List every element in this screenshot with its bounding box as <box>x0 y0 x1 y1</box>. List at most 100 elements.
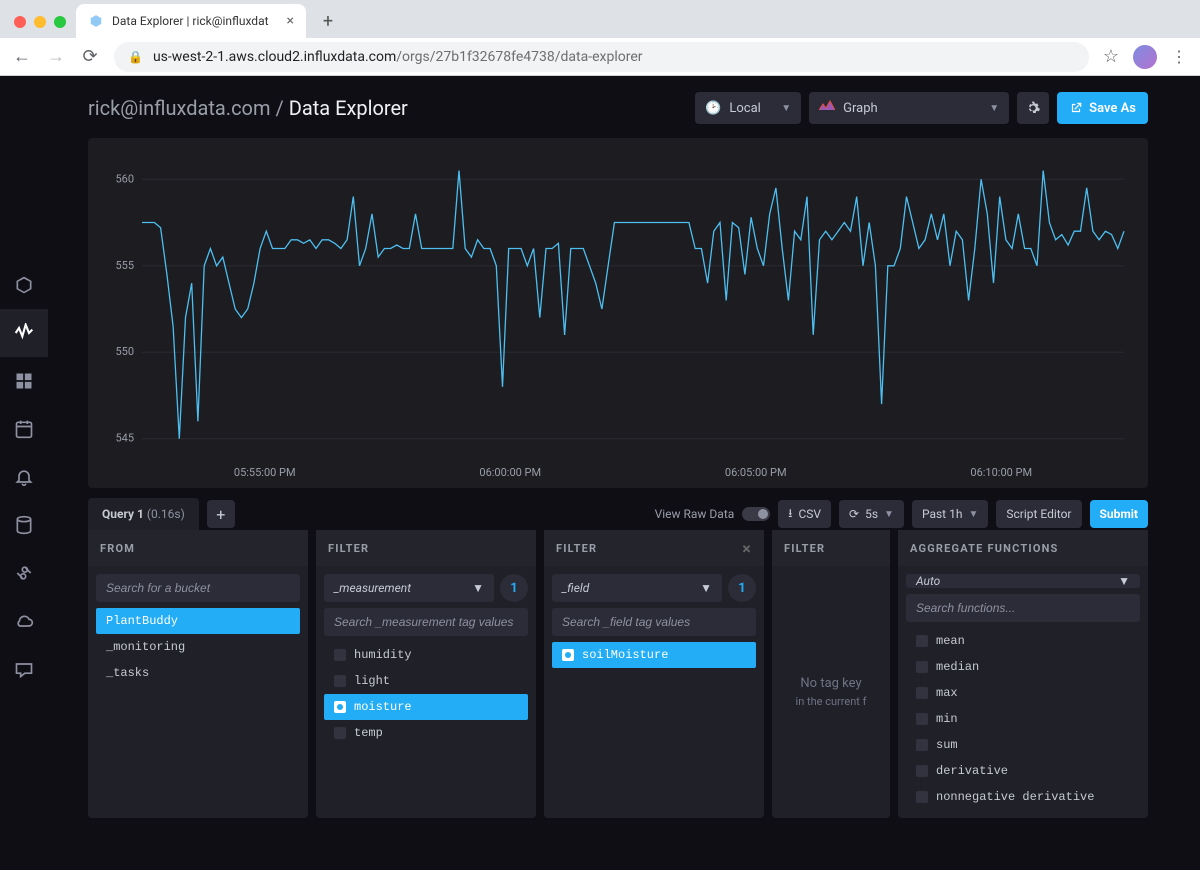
list-item[interactable]: _monitoring <box>96 634 300 660</box>
browser-menu-icon[interactable]: ⋮ <box>1171 47 1188 66</box>
list-item-label: PlantBuddy <box>106 614 178 628</box>
list-item[interactable]: max <box>906 680 1140 706</box>
window-controls <box>8 16 76 38</box>
sidebar-item-explore[interactable] <box>0 309 48 357</box>
list-item[interactable]: sum <box>906 732 1140 758</box>
sidebar-item-cloud[interactable] <box>0 597 48 645</box>
sidebar-item-data[interactable] <box>0 261 48 309</box>
sidebar-nav <box>0 76 48 870</box>
list-item[interactable]: derivative <box>906 758 1140 784</box>
bucket-search-input[interactable] <box>96 574 300 602</box>
tag-key-dropdown[interactable]: _measurement▼ <box>324 574 494 602</box>
list-item[interactable]: PlantBuddy <box>96 608 300 634</box>
browser-tab[interactable]: Data Explorer | rick@influxdat × <box>76 4 306 38</box>
timezone-dropdown[interactable]: 🕑 Local ▼ <box>695 92 801 124</box>
list-item[interactable]: _tasks <box>96 660 300 686</box>
list-item[interactable]: median <box>906 654 1140 680</box>
list-item-label: min <box>936 712 958 726</box>
configure-button[interactable] <box>1017 92 1049 124</box>
checkbox-icon <box>916 791 928 803</box>
add-query-button[interactable]: + <box>207 500 235 528</box>
filter-empty-column: FILTER No tag key in the current f <box>772 530 890 818</box>
svg-text:06:10:00 PM: 06:10:00 PM <box>970 466 1032 479</box>
list-item-label: temp <box>354 726 383 740</box>
empty-state: No tag key in the current f <box>772 566 890 818</box>
list-item[interactable]: nonnegative derivative <box>906 784 1140 810</box>
chart-panel: 54555055556005:55:00 PM06:00:00 PM06:05:… <box>88 138 1148 488</box>
tag-key-dropdown[interactable]: _field▼ <box>552 574 722 602</box>
svg-text:06:05:00 PM: 06:05:00 PM <box>725 466 787 479</box>
filter-measurement-column: FILTER _measurement▼ 1 humiditylightmois… <box>316 530 536 818</box>
query-builder: FROM PlantBuddy _monitoring _tasks FILTER … <box>88 530 1148 818</box>
raw-data-toggle[interactable]: View Raw Data <box>655 507 771 521</box>
column-header: FROM <box>88 530 308 566</box>
function-search-input[interactable] <box>906 594 1140 622</box>
sidebar-item-dashboards[interactable] <box>0 357 48 405</box>
checkbox-icon <box>334 649 346 661</box>
app-root: rick@influxdata.com / Data Explorer 🕑 Lo… <box>0 76 1200 870</box>
sidebar-item-tasks[interactable] <box>0 405 48 453</box>
tag-value-search-input[interactable] <box>324 608 528 636</box>
time-range-dropdown[interactable]: Past 1h ▼ <box>912 500 988 528</box>
url-field[interactable]: 🔒 us-west-2-1.aws.cloud2.influxdata.com/… <box>114 42 1089 72</box>
list-item[interactable]: mean <box>906 628 1140 654</box>
profile-avatar[interactable] <box>1133 45 1157 69</box>
aggregate-mode-dropdown[interactable]: Auto▼ <box>906 574 1140 588</box>
list-item[interactable]: min <box>906 706 1140 732</box>
lock-icon: 🔒 <box>128 50 143 64</box>
remove-filter-icon[interactable]: × <box>742 539 752 558</box>
forward-button[interactable]: → <box>46 46 66 67</box>
checkbox-icon <box>916 687 928 699</box>
checkbox-icon <box>334 727 346 739</box>
checkbox-icon <box>916 713 928 725</box>
reload-button[interactable]: ⟳ <box>80 46 100 67</box>
list-item-label: nonnegative derivative <box>936 790 1094 804</box>
checkbox-icon <box>334 701 346 713</box>
from-column: FROM PlantBuddy _monitoring _tasks <box>88 530 308 818</box>
close-window-icon[interactable] <box>14 16 26 28</box>
chevron-down-icon: ▼ <box>472 581 484 595</box>
line-chart[interactable]: 54555055556005:55:00 PM06:00:00 PM06:05:… <box>102 152 1134 484</box>
list-item[interactable]: light <box>324 668 528 694</box>
submit-button[interactable]: Submit <box>1090 500 1149 528</box>
back-button[interactable]: ← <box>12 46 32 67</box>
checkbox-icon <box>562 649 574 661</box>
list-item-label: light <box>354 674 390 688</box>
tab-title: Data Explorer | rick@influxdat <box>112 14 269 28</box>
list-item[interactable]: soilMoisture <box>552 642 756 668</box>
bookmark-icon[interactable]: ☆ <box>1103 46 1119 67</box>
tag-value-search-input[interactable] <box>552 608 756 636</box>
minimize-window-icon[interactable] <box>34 16 46 28</box>
checkbox-icon <box>916 635 928 647</box>
save-as-button[interactable]: Save As <box>1057 92 1148 124</box>
csv-button[interactable]: ⭳ CSV <box>778 500 831 528</box>
svg-text:555: 555 <box>115 259 134 272</box>
script-editor-button[interactable]: Script Editor <box>996 500 1081 528</box>
checkbox-icon <box>916 765 928 777</box>
address-bar: ← → ⟳ 🔒 us-west-2-1.aws.cloud2.influxdat… <box>0 38 1200 76</box>
main-content: rick@influxdata.com / Data Explorer 🕑 Lo… <box>48 76 1200 870</box>
sidebar-item-alerts[interactable] <box>0 453 48 501</box>
list-item[interactable]: humidity <box>324 642 528 668</box>
browser-chrome: Data Explorer | rick@influxdat × + ← → ⟳… <box>0 0 1200 76</box>
checkbox-icon <box>916 661 928 673</box>
list-item-label: _tasks <box>106 666 149 680</box>
refresh-dropdown[interactable]: ⟳ 5s ▼ <box>839 500 904 528</box>
viz-type-dropdown[interactable]: Graph ▼ <box>809 92 1009 124</box>
clock-icon: 🕑 <box>705 101 721 116</box>
svg-text:545: 545 <box>115 432 134 445</box>
chevron-down-icon: ▼ <box>1118 574 1130 588</box>
maximize-window-icon[interactable] <box>54 16 66 28</box>
close-tab-icon[interactable]: × <box>287 13 294 29</box>
new-tab-button[interactable]: + <box>314 7 342 35</box>
aggregate-column: AGGREGATE FUNCTIONS Auto▼ meanmedianmaxm… <box>898 530 1148 818</box>
chevron-down-icon: ▼ <box>968 509 978 520</box>
sidebar-item-settings[interactable] <box>0 549 48 597</box>
chevron-down-icon: ▼ <box>884 509 894 520</box>
query-tab[interactable]: Query 1 (0.16s) <box>88 498 199 530</box>
list-item[interactable]: temp <box>324 720 528 746</box>
list-item[interactable]: moisture <box>324 694 528 720</box>
sidebar-item-feedback[interactable] <box>0 645 48 693</box>
column-header: FILTER <box>772 530 890 566</box>
sidebar-item-buckets[interactable] <box>0 501 48 549</box>
